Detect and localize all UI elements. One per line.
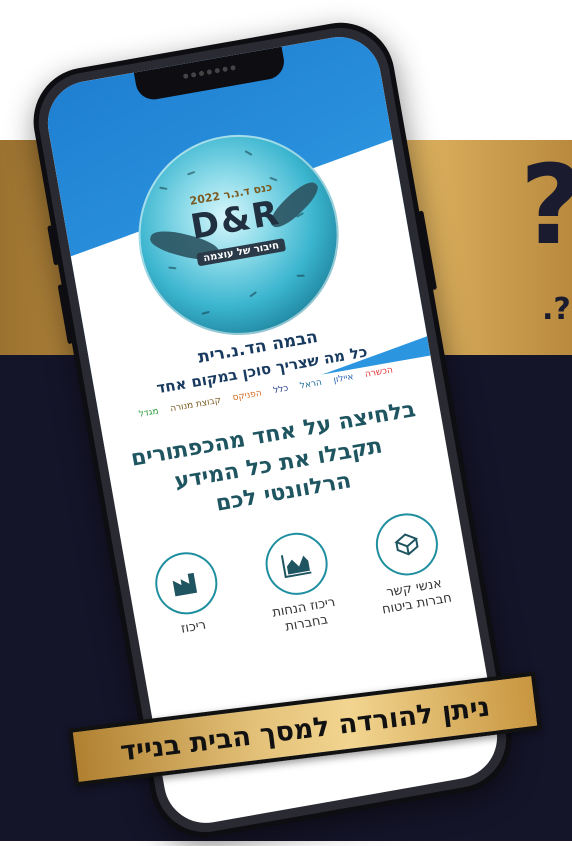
chart-icon <box>260 528 333 600</box>
summary-button[interactable]: ריכוז <box>136 545 242 660</box>
partner-logo: קבוצת מנורה <box>169 395 222 415</box>
partner-logo: איילון <box>332 372 355 386</box>
discounts-button[interactable]: ריכוז הנחות בחברות <box>246 526 352 641</box>
menu-buttons: אנשי קשר חברות ביטוח ריכוז הנחות בחברות … <box>125 504 474 661</box>
box-icon <box>370 508 443 581</box>
partner-logo: הראל <box>299 377 323 392</box>
factory-icon <box>149 547 222 620</box>
summary-button-label: ריכוז <box>179 617 208 637</box>
contacts-button[interactable]: אנשי קשר חברות ביטוח <box>357 506 463 621</box>
partner-logo: הפניקס <box>231 388 263 404</box>
decor-question-mark: ? <box>520 150 572 260</box>
partner-logo: כלל <box>272 383 290 397</box>
partner-logo: מגדל <box>138 406 160 420</box>
app-content: הבמה הד.נ.רית כל מה שצריך סוכן במקום אחד… <box>90 306 474 662</box>
contacts-button-label: אנשי קשר חברות ביטוח <box>380 576 453 618</box>
partner-logo: הכשרה <box>364 365 394 380</box>
discounts-button-label: ריכוז הנחות בחברות <box>271 594 337 635</box>
decor-question-mark-small: .? <box>542 292 571 327</box>
